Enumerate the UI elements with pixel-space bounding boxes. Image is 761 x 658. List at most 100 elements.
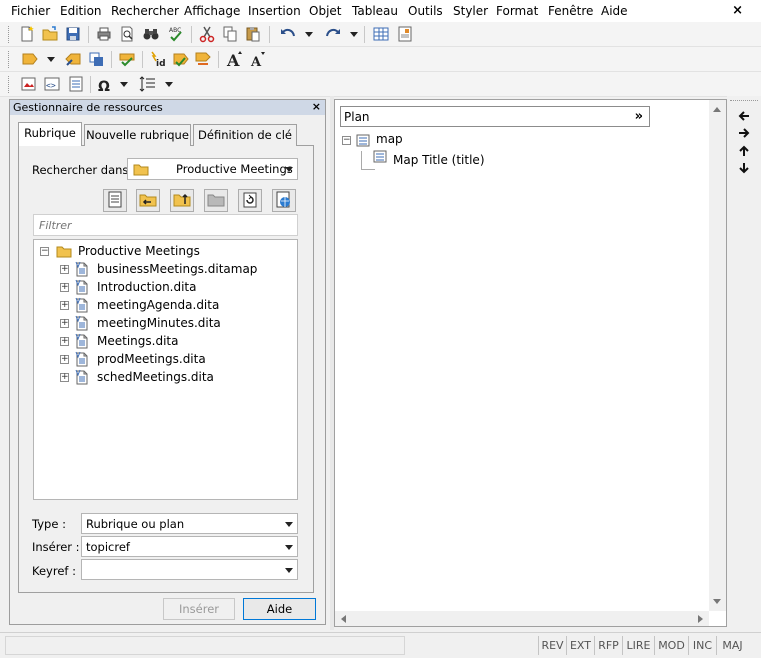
- arrow-down-icon[interactable]: [739, 163, 749, 174]
- decrease-font-icon[interactable]: A: [248, 49, 268, 69]
- chevron-down-icon: [285, 545, 293, 550]
- toolbar-grip[interactable]: [730, 100, 758, 101]
- insert-xref-icon[interactable]: <>: [42, 74, 62, 94]
- menu-edition[interactable]: Edition: [60, 4, 102, 18]
- line-spacing-icon[interactable]: [138, 74, 158, 94]
- status-bar: REV EXT RFP LIRE MOD INC MAJ: [0, 632, 761, 658]
- page-layout-icon[interactable]: [395, 24, 415, 44]
- new-folder-button[interactable]: [204, 189, 228, 212]
- expand-icon[interactable]: +: [60, 337, 69, 346]
- scroll-right-icon[interactable]: [698, 615, 704, 623]
- find-binoculars-icon[interactable]: [141, 24, 161, 44]
- expand-icon[interactable]: +: [60, 319, 69, 328]
- expand-icon[interactable]: +: [60, 301, 69, 310]
- file-icon: [75, 351, 88, 367]
- change-element-icon[interactable]: [86, 49, 106, 69]
- menu-rechercher[interactable]: Rechercher: [111, 4, 179, 18]
- insert-button[interactable]: Insérer: [163, 598, 235, 620]
- tree-item-label: schedMeetings.dita: [97, 370, 214, 384]
- insert-image-icon[interactable]: [19, 74, 39, 94]
- print-icon[interactable]: [94, 24, 114, 44]
- toolbar-separator: [218, 51, 219, 68]
- insert-dropdown[interactable]: topicref: [81, 536, 298, 557]
- tab-definition-de-cle[interactable]: Définition de clé: [193, 124, 297, 146]
- type-dropdown[interactable]: Rubrique ou plan: [81, 513, 298, 534]
- attributes-icon[interactable]: [171, 49, 191, 69]
- line-spacing-dropdown-icon[interactable]: [164, 74, 174, 94]
- menu-insertion[interactable]: Insertion: [248, 4, 301, 18]
- insert-id-icon[interactable]: id: [148, 49, 168, 69]
- svg-text:A: A: [250, 55, 262, 68]
- view-more-button[interactable]: »: [635, 109, 643, 124]
- expand-icon[interactable]: +: [60, 283, 69, 292]
- editor-pane[interactable]: [334, 99, 727, 627]
- toolbar-separator: [111, 51, 112, 68]
- arrow-left-icon[interactable]: [738, 111, 750, 121]
- tab-rubrique[interactable]: Rubrique: [18, 122, 82, 146]
- web-browse-button[interactable]: [272, 189, 296, 212]
- resource-manager-close-button[interactable]: ×: [312, 100, 321, 113]
- menu-aide[interactable]: Aide: [601, 4, 628, 18]
- parent-folder-button[interactable]: [170, 189, 194, 212]
- scroll-left-icon[interactable]: [340, 615, 346, 623]
- toolbar-grip[interactable]: [8, 51, 11, 68]
- collapse-icon[interactable]: −: [342, 136, 351, 145]
- undo-dropdown-icon[interactable]: [304, 24, 314, 44]
- window-close-button[interactable]: ×: [732, 3, 743, 18]
- expand-icon[interactable]: +: [60, 265, 69, 274]
- spell-check-icon[interactable]: ABC: [166, 24, 186, 44]
- chevron-down-icon: [285, 522, 293, 527]
- arrow-up-icon[interactable]: [739, 145, 749, 156]
- expand-icon[interactable]: +: [60, 355, 69, 364]
- menu-outils[interactable]: Outils: [408, 4, 443, 18]
- horizontal-scrollbar[interactable]: [335, 611, 709, 626]
- open-folder-icon[interactable]: [40, 24, 60, 44]
- expand-icon[interactable]: +: [60, 373, 69, 382]
- print-preview-icon[interactable]: [117, 24, 137, 44]
- copy-icon[interactable]: [220, 24, 240, 44]
- insert-list-icon[interactable]: [66, 74, 86, 94]
- insert-element-dropdown-icon[interactable]: [46, 49, 56, 69]
- menu-styler[interactable]: Styler: [453, 4, 488, 18]
- status-lire: LIRE: [622, 636, 654, 655]
- toolbar-grip[interactable]: [8, 26, 11, 43]
- special-character-icon[interactable]: Ω: [95, 74, 115, 94]
- paste-icon[interactable]: [243, 24, 263, 44]
- menu-fenetre[interactable]: Fenêtre: [548, 4, 593, 18]
- special-character-dropdown-icon[interactable]: [119, 74, 129, 94]
- arrow-right-icon[interactable]: [738, 128, 750, 138]
- menu-fichier[interactable]: Fichier: [11, 4, 50, 18]
- filter-input[interactable]: [33, 214, 298, 236]
- menu-tableau[interactable]: Tableau: [352, 4, 398, 18]
- view-selector[interactable]: Plan »: [340, 106, 650, 127]
- back-folder-button[interactable]: [136, 189, 160, 212]
- new-document-icon[interactable]: [17, 24, 37, 44]
- table-icon[interactable]: [371, 24, 391, 44]
- undo-icon[interactable]: [278, 24, 298, 44]
- menu-objet[interactable]: Objet: [309, 4, 341, 18]
- view-list-button[interactable]: [103, 189, 127, 212]
- validate-icon[interactable]: [117, 49, 137, 69]
- conditional-text-icon[interactable]: [193, 49, 213, 69]
- collapse-icon[interactable]: −: [40, 247, 49, 256]
- redo-icon[interactable]: [323, 24, 343, 44]
- tab-nouvelle-rubrique[interactable]: Nouvelle rubrique: [84, 124, 191, 146]
- toolbar-grip[interactable]: [8, 76, 11, 93]
- menu-format[interactable]: Format: [496, 4, 538, 18]
- insert-element-icon[interactable]: [20, 49, 40, 69]
- help-button[interactable]: Aide: [243, 598, 316, 620]
- save-icon[interactable]: [63, 24, 83, 44]
- toolbar-separator: [269, 26, 270, 43]
- increase-font-icon[interactable]: A: [225, 49, 245, 69]
- scroll-down-icon[interactable]: [713, 599, 721, 605]
- scroll-up-icon[interactable]: [713, 106, 721, 112]
- keyref-dropdown[interactable]: [81, 559, 298, 580]
- cut-icon[interactable]: [197, 24, 217, 44]
- vertical-scrollbar[interactable]: [709, 100, 726, 611]
- search-in-dropdown[interactable]: Productive Meetings: [127, 158, 298, 180]
- tree-item-label: meetingAgenda.dita: [97, 298, 220, 312]
- refresh-button[interactable]: [238, 189, 262, 212]
- wrap-element-icon[interactable]: [63, 49, 83, 69]
- menu-affichage[interactable]: Affichage: [184, 4, 240, 18]
- redo-dropdown-icon[interactable]: [349, 24, 359, 44]
